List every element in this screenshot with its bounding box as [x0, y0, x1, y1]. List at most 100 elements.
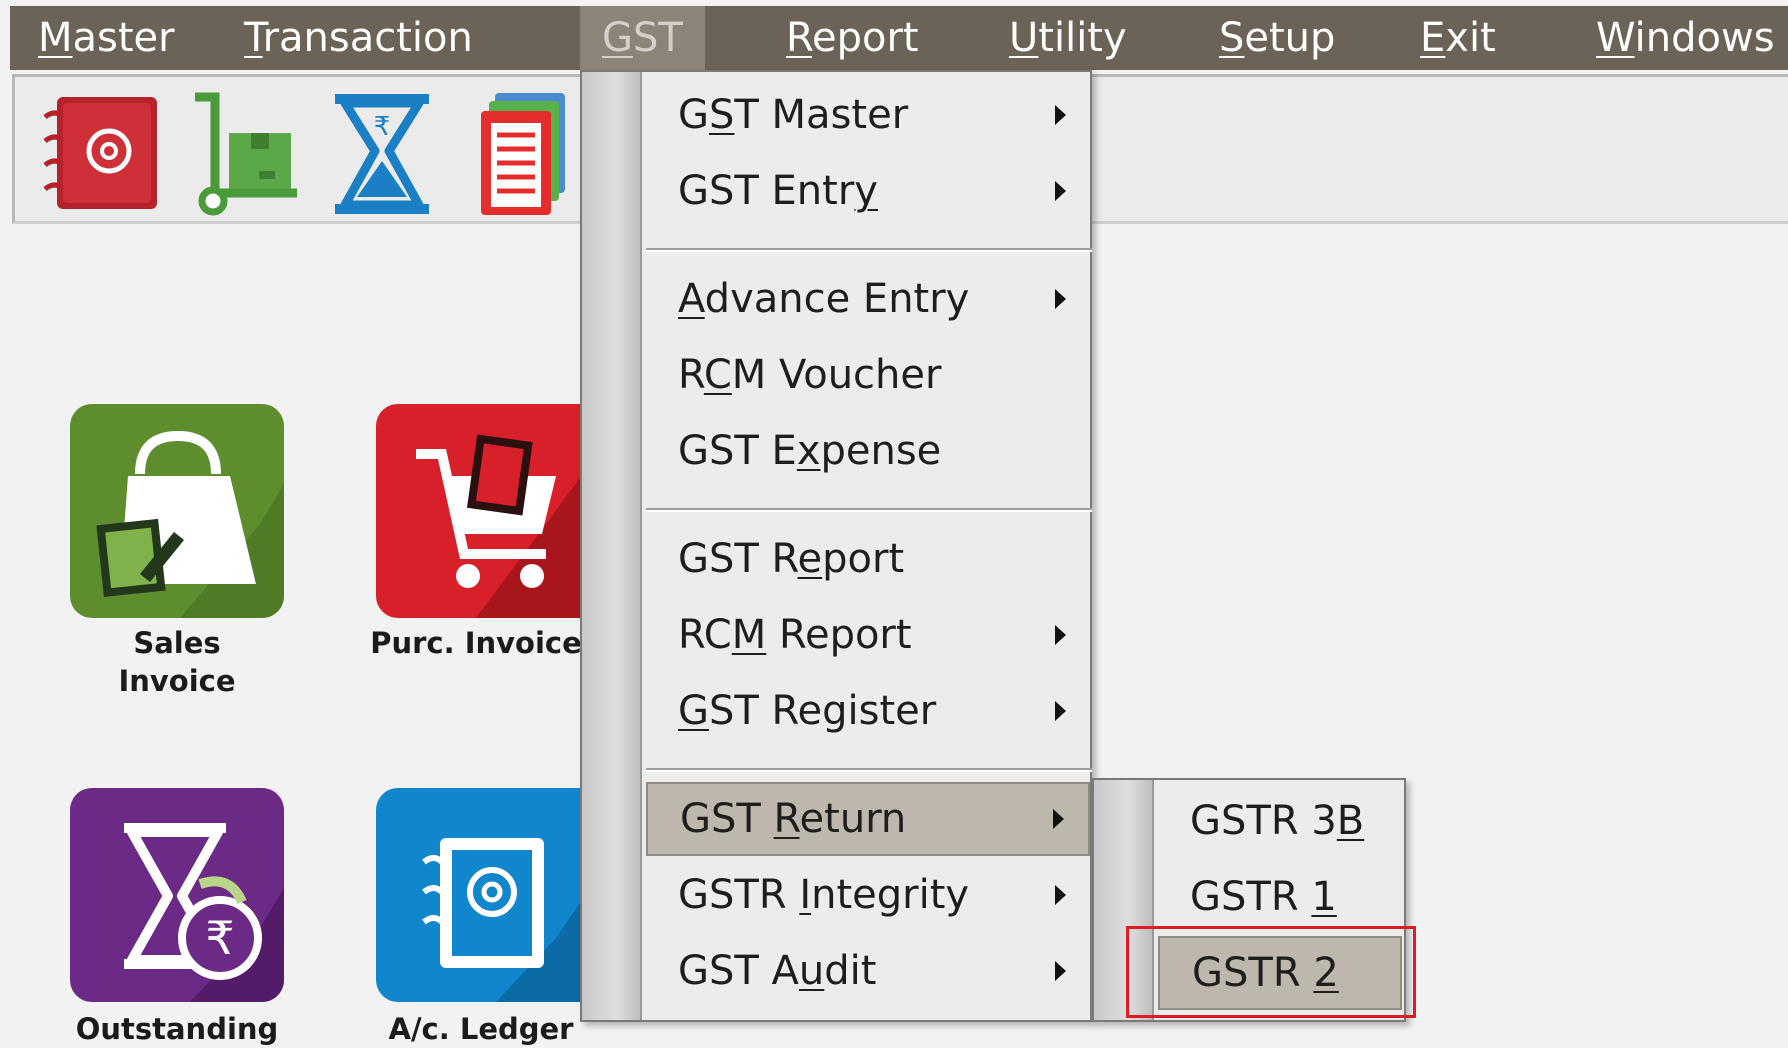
- mnemonic: I: [799, 872, 812, 918]
- menu-item-gstr-3b[interactable]: GSTR 3B: [1158, 784, 1402, 858]
- menu-separator: [646, 768, 1092, 772]
- menu-item-rcm-voucher[interactable]: RCM Voucher: [646, 338, 1090, 412]
- purchase-invoice-label: Purc. Invoice: [364, 624, 588, 662]
- menu-item-gst-return[interactable]: GST Return: [646, 782, 1090, 856]
- submenu-arrow-icon: [1055, 181, 1066, 201]
- svg-text:₹: ₹: [374, 112, 391, 142]
- mnemonic: A: [678, 276, 705, 322]
- label-part: GSTR: [1190, 874, 1312, 920]
- menu-setup[interactable]: Setup: [1197, 6, 1357, 70]
- label-part: GSTR: [678, 872, 800, 918]
- menu-exit[interactable]: Exit: [1398, 6, 1518, 70]
- menu-label: eport: [812, 15, 919, 61]
- hourglass-rupee-icon[interactable]: ₹: [317, 89, 447, 219]
- mnemonic: E: [1420, 15, 1446, 61]
- mnemonic: u: [798, 948, 825, 994]
- menu-label: ST: [633, 15, 683, 61]
- submenu-arrow-icon: [1055, 105, 1066, 125]
- menu-transaction[interactable]: Transaction: [222, 6, 495, 70]
- mnemonic: M: [731, 612, 767, 658]
- label-part: port: [822, 536, 905, 582]
- tile-label-line: Outstanding: [75, 1012, 279, 1046]
- label-part: ntegrity: [811, 872, 970, 918]
- menu-item-gst-audit[interactable]: GST Audit: [646, 934, 1090, 1008]
- gst-dropdown-menu: GST Master GST Entry Advance Entry RCM V…: [580, 70, 1092, 1022]
- menu-item-gst-register[interactable]: GST Register: [646, 674, 1090, 748]
- menubar: Master Transaction GST Report Utility Se…: [10, 6, 1788, 70]
- label-part: Report: [766, 612, 912, 658]
- tile-label-line: Purc. Invoice: [370, 626, 582, 660]
- label-part: pense: [820, 428, 942, 474]
- label-part: ST Register: [709, 688, 937, 734]
- ac-ledger-label: A/c. Ledger: [376, 1010, 586, 1048]
- label-part: M Voucher: [731, 352, 942, 398]
- menu-item-rcm-report[interactable]: RCM Report: [646, 598, 1090, 672]
- mnemonic: C: [703, 352, 732, 398]
- submenu-arrow-icon: [1055, 701, 1066, 721]
- mnemonic: x: [796, 428, 821, 474]
- shopping-bag-icon: [96, 430, 284, 618]
- menu-item-gstr-integrity[interactable]: GSTR Integrity: [646, 858, 1090, 932]
- menu-item-gst-report[interactable]: GST Report: [646, 522, 1090, 596]
- submenu-arrow-icon: [1055, 961, 1066, 981]
- documents-icon[interactable]: [447, 89, 577, 219]
- menu-icon-gutter: [1094, 780, 1154, 1020]
- menu-label: indows: [1634, 15, 1775, 61]
- mnemonic: 1: [1311, 874, 1337, 920]
- ac-ledger-tile[interactable]: [376, 788, 590, 1002]
- svg-text:₹: ₹: [205, 911, 234, 965]
- hourglass-rupee-coin-icon: ₹: [124, 823, 284, 1002]
- label-part: dvance Entry: [704, 276, 970, 322]
- mnemonic: S: [709, 92, 735, 138]
- sales-invoice-label: Sales Invoice: [72, 624, 282, 700]
- address-book-icon[interactable]: [37, 89, 167, 219]
- menu-label: ransaction: [262, 15, 473, 61]
- menu-separator: [646, 248, 1092, 252]
- menu-item-gst-master[interactable]: GST Master: [646, 78, 1090, 152]
- mnemonic: e: [797, 536, 823, 582]
- menu-icon-gutter: [582, 72, 642, 1020]
- mnemonic: 2: [1313, 950, 1339, 996]
- ledger-book-icon: [422, 838, 590, 1002]
- menu-item-gstr-1[interactable]: GSTR 1: [1158, 860, 1402, 934]
- label-part: R: [678, 352, 704, 398]
- menu-report[interactable]: Report: [764, 6, 941, 70]
- outstanding-label: Outstanding: [62, 1010, 292, 1048]
- label-part: GST R: [678, 536, 798, 582]
- submenu-arrow-icon: [1053, 809, 1064, 829]
- menu-label: tility: [1038, 15, 1127, 61]
- menu-item-gstr-2[interactable]: GSTR 2: [1158, 936, 1402, 1010]
- label-part: T Master: [734, 92, 909, 138]
- label-part: G: [678, 92, 709, 138]
- menu-label: etup: [1244, 15, 1336, 61]
- submenu-arrow-icon: [1055, 625, 1066, 645]
- tile-label-line: Sales: [133, 626, 221, 660]
- mnemonic: R: [786, 15, 812, 61]
- label-part: GST A: [678, 948, 799, 994]
- label-part: GST: [680, 796, 774, 842]
- menu-item-advance-entry[interactable]: Advance Entry: [646, 262, 1090, 336]
- hand-truck-icon[interactable]: [185, 89, 315, 219]
- mnemonic: T: [244, 15, 263, 61]
- mnemonic: R: [773, 796, 800, 842]
- outstanding-tile[interactable]: ₹: [70, 788, 284, 1002]
- menu-windows[interactable]: Windows: [1574, 6, 1788, 70]
- label-part: eturn: [799, 796, 907, 842]
- label-part: GSTR: [1192, 950, 1314, 996]
- gst-return-submenu: GSTR 3B GSTR 1 GSTR 2: [1092, 778, 1406, 1022]
- menu-item-gst-entry[interactable]: GST Entry: [646, 154, 1090, 228]
- mnemonic: W: [1596, 15, 1635, 61]
- mnemonic: B: [1336, 798, 1365, 844]
- submenu-arrow-icon: [1055, 885, 1066, 905]
- sales-invoice-tile[interactable]: [70, 404, 284, 618]
- menu-item-gst-expense[interactable]: GST Expense: [646, 414, 1090, 488]
- purchase-invoice-tile[interactable]: [376, 404, 590, 618]
- menu-master[interactable]: Master: [16, 6, 197, 70]
- menu-utility[interactable]: Utility: [987, 6, 1149, 70]
- menu-label: xit: [1445, 15, 1496, 61]
- label-part: dit: [824, 948, 877, 994]
- tile-label-line: Invoice: [118, 664, 236, 698]
- label-part: RC: [678, 612, 732, 658]
- mnemonic: U: [1009, 15, 1039, 61]
- menu-gst[interactable]: GST: [580, 6, 705, 70]
